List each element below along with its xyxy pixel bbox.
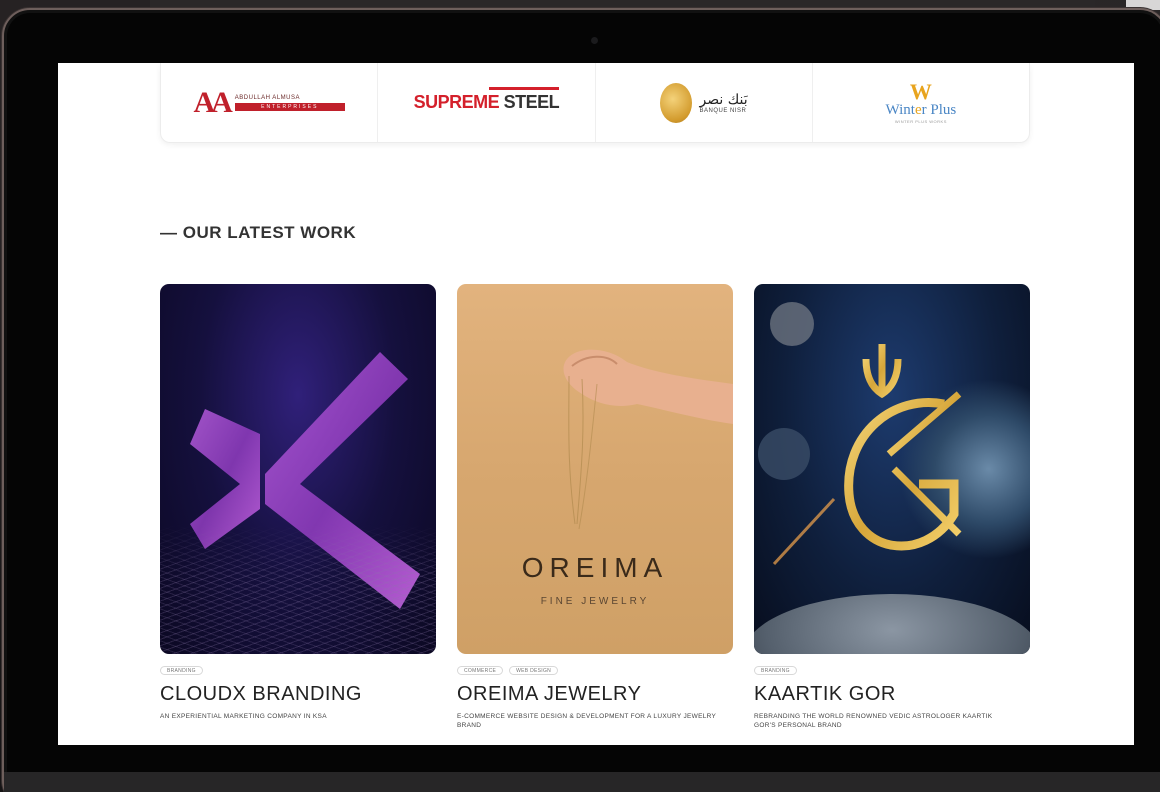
client-logo-supreme-steel[interactable]: SUPREME STEEL: [378, 63, 596, 142]
mesh-terrain: [160, 524, 436, 654]
section-title: — OUR LATEST WORK: [160, 223, 357, 242]
aa-logo-mark: AA: [193, 85, 232, 119]
project-image-oreima[interactable]: OREIMA FINE JEWELRY: [457, 284, 733, 654]
supreme-steel-logo-line: [489, 87, 560, 90]
project-description: E-COMMERCE WEBSITE DESIGN & DEVELOPMENT …: [457, 713, 717, 729]
project-tag[interactable]: COMMERCE: [457, 666, 504, 675]
supreme-steel-logo: SUPREME STEEL: [413, 87, 560, 113]
project-card-oreima[interactable]: OREIMA FINE JEWELRY COMMERCE WEB DESIGN …: [457, 284, 733, 730]
aa-logo: AA ABDULLAH ALMUSA ENTERPRISES: [193, 85, 345, 120]
project-tag[interactable]: BRANDING: [754, 666, 797, 675]
winter-plus-logo-name: Winter Plus: [885, 101, 957, 118]
project-tags: COMMERCE WEB DESIGN: [457, 666, 733, 675]
oreima-subtitle: FINE JEWELRY: [540, 596, 650, 607]
project-card-kaartik-gor[interactable]: BRANDING KAARTIK GOR REBRANDING THE WORL…: [754, 284, 1030, 730]
project-title[interactable]: CLOUDX BRANDING: [160, 683, 436, 706]
project-title[interactable]: KAARTIK GOR: [754, 683, 1030, 706]
bank-nisr-logo: بَنك نصر BANQUE NISR: [659, 82, 748, 123]
project-card-cloudx[interactable]: BRANDING CLOUDX BRANDING AN EXPERIENTIAL…: [160, 284, 436, 721]
project-tags: BRANDING: [754, 666, 1030, 675]
project-tag[interactable]: WEB DESIGN: [509, 666, 559, 675]
aa-logo-top-text: ABDULLAH ALMUSA: [234, 94, 300, 101]
supreme-steel-logo-red: SUPREME: [413, 92, 500, 112]
coin-icon: [659, 82, 692, 123]
project-description: REBRANDING THE WORLD RENOWNED VEDIC ASTR…: [754, 713, 993, 729]
client-logo-abdullah-almusa[interactable]: AA ABDULLAH ALMUSA ENTERPRISES: [161, 63, 379, 142]
project-image-kaartik-gor[interactable]: [754, 284, 1030, 654]
client-logo-winter-plus[interactable]: W Winter Plus WINTER PLUS WORKS: [813, 63, 1029, 142]
device-bottom-bar: [4, 772, 1160, 792]
aa-logo-bar-text: ENTERPRISES: [234, 102, 345, 111]
winter-plus-logo: W Winter Plus WINTER PLUS WORKS: [885, 78, 957, 124]
bank-nisr-english: BANQUE NISR: [699, 107, 747, 114]
project-description: AN EXPERIENTIAL MARKETING COMPANY IN KSA: [160, 713, 327, 720]
supreme-steel-logo-dark: STEEL: [503, 92, 560, 112]
project-tags: BRANDING: [160, 666, 436, 675]
client-logo-strip: AA ABDULLAH ALMUSA ENTERPRISES SUPREME S…: [160, 63, 1030, 143]
client-logo-bank-nisr[interactable]: بَنك نصر BANQUE NISR: [596, 63, 813, 142]
project-tag[interactable]: BRANDING: [160, 666, 203, 675]
project-title[interactable]: OREIMA JEWELRY: [457, 683, 733, 706]
winter-plus-logo-mark: W: [909, 78, 932, 104]
website-screen: AA ABDULLAH ALMUSA ENTERPRISES SUPREME S…: [58, 63, 1134, 745]
camera-icon: [591, 37, 598, 44]
winter-plus-logo-sub: WINTER PLUS WORKS: [894, 118, 947, 124]
project-image-cloudx[interactable]: [160, 284, 436, 654]
oreima-wordmark: OREIMA: [521, 552, 669, 583]
bank-nisr-arabic: بَنك نصر: [699, 91, 748, 108]
